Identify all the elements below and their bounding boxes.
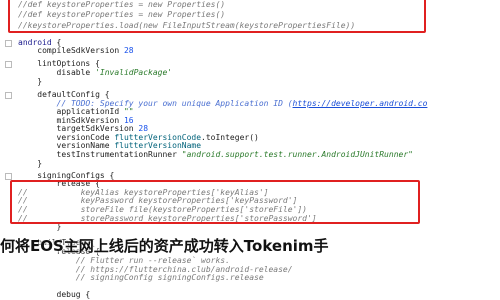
code-token: // signingConfig signingConfigs.release bbox=[75, 273, 264, 282]
code-token: // Flutter run --release` works. bbox=[75, 256, 230, 265]
code-line[interactable]: debug { bbox=[0, 290, 500, 300]
code-token: 28 bbox=[138, 124, 149, 133]
code-line[interactable]: } bbox=[0, 77, 500, 87]
code-token: flutterVersionName bbox=[114, 141, 202, 150]
overlay-title: 何将EOS主网上线后的资产成功转入Tokenim手 bbox=[0, 237, 329, 255]
code-token: } bbox=[37, 159, 43, 168]
fold-marker-icon[interactable] bbox=[5, 92, 12, 99]
code-token: lintOptions { bbox=[37, 59, 100, 68]
code-token: disable bbox=[56, 68, 96, 77]
highlight-box-signing bbox=[10, 180, 420, 224]
code-text: } bbox=[18, 77, 42, 87]
fold-marker-icon[interactable] bbox=[5, 61, 12, 68]
code-token: } bbox=[37, 77, 43, 86]
code-line[interactable]: // signingConfig signingConfigs.release bbox=[0, 273, 500, 283]
code-token: compileSdkVersion bbox=[37, 46, 124, 55]
code-text: compileSdkVersion 28 bbox=[18, 46, 134, 56]
code-token: "" bbox=[123, 107, 134, 116]
code-token: "android.support.test.runner.AndroidJUni… bbox=[181, 150, 413, 159]
highlight-box-top bbox=[8, 0, 426, 33]
code-token: 'InvalidPackage' bbox=[95, 68, 173, 77]
code-line[interactable]: } bbox=[0, 159, 500, 169]
code-text: debug { bbox=[18, 290, 91, 300]
code-text: // signingConfig signingConfigs.release bbox=[18, 273, 264, 283]
code-token: debug { bbox=[56, 290, 91, 299]
code-line[interactable]: compileSdkVersion 28 bbox=[0, 46, 500, 56]
code-token: applicationId bbox=[56, 107, 124, 116]
code-text: } bbox=[18, 159, 42, 169]
code-token: 28 bbox=[123, 46, 134, 55]
code-token: targetSdkVersion bbox=[56, 124, 139, 133]
code-token: defaultConfig { bbox=[37, 90, 110, 99]
code-token: testInstrumentationRunner bbox=[56, 150, 182, 159]
code-token: versionName bbox=[56, 141, 115, 150]
